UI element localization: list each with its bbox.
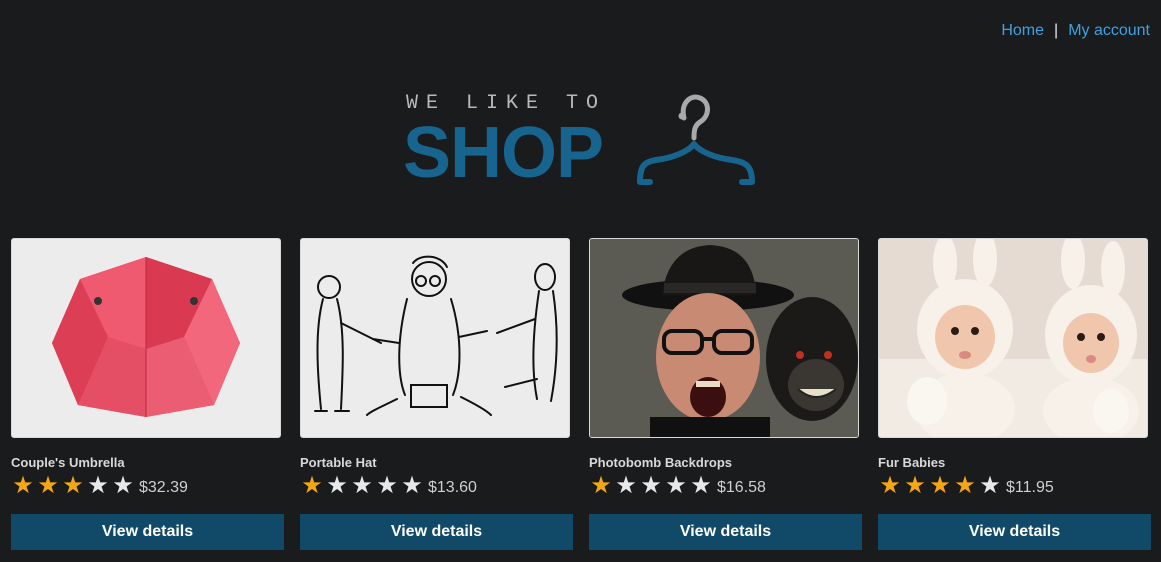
star-icon: ★ bbox=[979, 472, 1001, 499]
product-price: $11.95 bbox=[1006, 479, 1054, 496]
star-icon: ★ bbox=[112, 472, 134, 499]
product-image-fur-babies[interactable] bbox=[878, 238, 1148, 438]
product-card: Fur Babies ★ ★ ★ ★ ★ $11.95 View details bbox=[878, 238, 1151, 550]
star-icon: ★ bbox=[326, 472, 348, 499]
my-account-link[interactable]: My account bbox=[1068, 22, 1150, 40]
star-icon: ★ bbox=[62, 472, 84, 499]
product-card: Portable Hat ★ ★ ★ ★ ★ $13.60 View details bbox=[300, 238, 573, 550]
product-rating: ★ ★ ★ ★ ★ $11.95 bbox=[878, 473, 1148, 499]
product-image-photobomb[interactable] bbox=[589, 238, 859, 438]
product-rating: ★ ★ ★ ★ ★ $13.60 bbox=[300, 473, 570, 499]
product-name: Fur Babies bbox=[878, 455, 946, 470]
logo-word: SHOP bbox=[403, 113, 604, 193]
star-icon: ★ bbox=[904, 472, 926, 499]
product-card: Couple's Umbrella ★ ★ ★ ★ ★ $32.39 View detai… bbox=[11, 238, 284, 550]
star-icon: ★ bbox=[301, 472, 323, 499]
product-rating: ★ ★ ★ ★ ★ $32.39 bbox=[11, 473, 281, 499]
view-details-button[interactable]: View details bbox=[300, 514, 573, 550]
star-icon: ★ bbox=[12, 472, 34, 499]
star-icon: ★ bbox=[590, 472, 612, 499]
product-name: Couple's Umbrella bbox=[11, 455, 125, 470]
product-price: $16.58 bbox=[717, 479, 766, 496]
star-icon: ★ bbox=[401, 472, 423, 499]
product-rating: ★ ★ ★ ★ ★ $16.58 bbox=[589, 473, 859, 499]
home-link[interactable]: Home bbox=[1001, 22, 1044, 40]
star-icon: ★ bbox=[351, 472, 373, 499]
product-image-umbrella[interactable] bbox=[11, 238, 281, 438]
product-price: $32.39 bbox=[139, 479, 188, 496]
star-icon: ★ bbox=[37, 472, 59, 499]
star-icon: ★ bbox=[87, 472, 109, 499]
star-icon: ★ bbox=[879, 472, 901, 499]
site-logo[interactable]: WE LIKE TO SHOP bbox=[400, 90, 760, 193]
top-nav: Home | My account bbox=[1001, 22, 1150, 40]
star-icon: ★ bbox=[376, 472, 398, 499]
product-image-portable-hat[interactable] bbox=[300, 238, 570, 438]
star-icon: ★ bbox=[665, 472, 687, 499]
product-card: Photobomb Backdrops ★ ★ ★ ★ ★ $16.58 View det… bbox=[589, 238, 862, 550]
product-name: Photobomb Backdrops bbox=[589, 455, 733, 470]
view-details-button[interactable]: View details bbox=[11, 514, 284, 550]
star-icon: ★ bbox=[615, 472, 637, 499]
nav-separator: | bbox=[1054, 22, 1059, 39]
view-details-button[interactable]: View details bbox=[878, 514, 1151, 550]
view-details-button[interactable]: View details bbox=[589, 514, 862, 550]
product-price: $13.60 bbox=[428, 479, 477, 496]
hanger-icon bbox=[637, 94, 755, 185]
star-icon: ★ bbox=[640, 472, 662, 499]
product-grid: Couple's Umbrella ★ ★ ★ ★ ★ $32.39 View detai… bbox=[11, 238, 1151, 550]
star-icon: ★ bbox=[929, 472, 951, 499]
star-icon: ★ bbox=[690, 472, 712, 499]
star-icon: ★ bbox=[954, 472, 976, 499]
product-name: Portable Hat bbox=[300, 455, 377, 470]
